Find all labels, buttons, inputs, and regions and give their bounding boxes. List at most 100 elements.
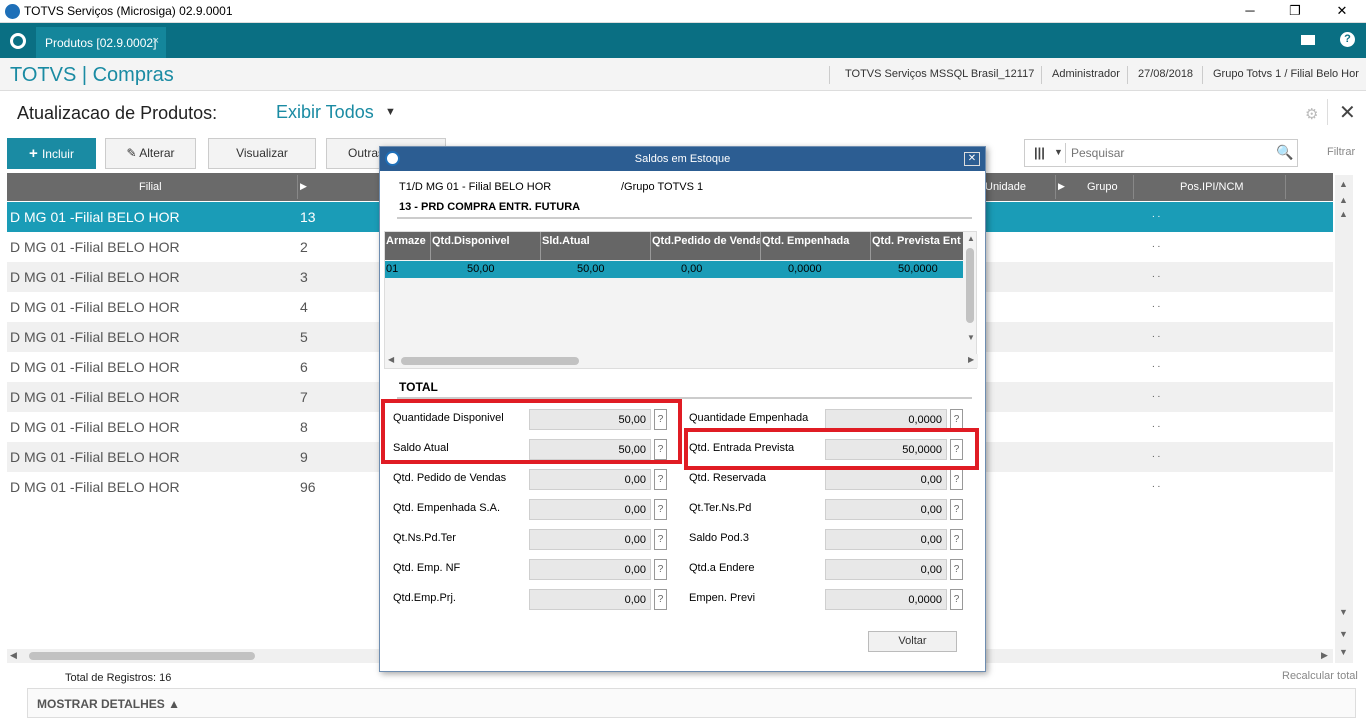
field-qtd-empenhada-sa[interactable]: 0,00 [529,499,651,520]
mostrar-detalhes-label: MOSTRAR DETALHES ▲ [37,697,180,711]
col-armazem[interactable]: Armaze [386,235,430,247]
field-qtd-pedido-vendas[interactable]: 0,00 [529,469,651,490]
totvs-logo-icon[interactable] [10,33,26,49]
field-qtd-reservada[interactable]: 0,00 [825,469,947,490]
close-icon[interactable]: ✕ [1339,100,1356,125]
field-qtd-emp-nf[interactable]: 0,00 [529,559,651,580]
search-icon[interactable]: 🔍 [1276,144,1293,161]
total-registros: Total de Registros: 16 [65,672,172,684]
scroll-down-icon[interactable]: ▼ [1339,629,1348,639]
dialog-produto: 13 - PRD COMPRA ENTR. FUTURA [399,201,581,213]
field-quantidade-empenhada[interactable]: 0,0000 [825,409,947,430]
chevron-down-icon[interactable]: ▼ [385,106,396,118]
recalcular-total-link[interactable]: Recalcular total [1282,670,1358,682]
cell-filial: D MG 01 -Filial BELO HOR [10,449,180,465]
help-icon[interactable]: ? [654,589,667,610]
help-icon[interactable]: ? [950,499,963,520]
scroll-up-icon[interactable]: ▲ [1339,195,1348,205]
help-icon[interactable]: ? [950,469,963,490]
scroll-thumb[interactable] [401,357,579,365]
help-icon[interactable]: ? [654,499,667,520]
col-grupo[interactable]: Grupo [1087,181,1118,193]
field-empen-previ[interactable]: 0,0000 [825,589,947,610]
col-unidade[interactable]: Unidade [985,181,1026,193]
visualizar-button[interactable]: Visualizar [208,138,316,169]
tab-close-icon[interactable]: × [153,35,159,47]
col-qtd-pedido-venda[interactable]: Qtd.Pedido de Venda [652,235,760,247]
scroll-bottom-icon[interactable]: ▼ [1339,647,1348,657]
col-pos-ipi[interactable]: Pos.IPI/NCM [1180,181,1244,193]
scroll-down-icon[interactable]: ▼ [967,333,975,342]
sort-arrow-icon[interactable]: ▶ [1058,181,1065,192]
cell-ncm: . . [1152,449,1161,460]
col-sld-atual[interactable]: Sld.Atual [542,235,648,247]
sort-arrow-icon[interactable]: ▶ [300,181,307,192]
tab-bar: Produtos [02.9.0002] × ? [0,23,1366,58]
col-qtd-disponivel[interactable]: Qtd.Disponivel [432,235,538,247]
field-qtd-emp-prj[interactable]: 0,00 [529,589,651,610]
cell-filial: D MG 01 -Filial BELO HOR [10,209,180,225]
help-icon[interactable]: ? [1340,32,1355,47]
search-input[interactable] [1071,144,1271,162]
column-divider [650,232,651,260]
field-saldo-pod3[interactable]: 0,00 [825,529,947,550]
help-icon[interactable]: ? [950,559,963,580]
cell-ncm: . . [1152,329,1161,340]
cell-code: 3 [300,269,308,285]
filter-dropdown[interactable]: Exibir Todos [276,102,374,123]
col-qtd-empenhada[interactable]: Qtd. Empenhada [762,235,868,247]
scroll-left-icon[interactable]: ◀ [10,650,17,661]
tab-produtos[interactable]: Produtos [02.9.0002] × [36,27,166,58]
help-icon[interactable]: ? [654,529,667,550]
header-divider [829,66,830,84]
scroll-right-icon[interactable]: ▶ [1321,650,1328,661]
mail-icon[interactable] [1301,35,1315,45]
page-title: Atualizacao de Produtos: [17,103,218,123]
scroll-right-icon[interactable]: ▶ [968,355,974,364]
field-qtd-a-endere[interactable]: 0,00 [825,559,947,580]
label-saldo-pod3: Saldo Pod.3 [689,532,749,544]
scroll-down-icon[interactable]: ▼ [1339,607,1348,617]
divider [397,217,972,219]
close-window-button[interactable]: ✕ [1332,2,1352,20]
scroll-up-icon[interactable]: ▲ [967,234,975,243]
columns-icon[interactable]: ||| [1034,145,1045,160]
filtrar-link[interactable]: Filtrar [1327,146,1355,158]
table-vertical-scrollbar[interactable]: ▲ ▼ [964,232,976,354]
voltar-button[interactable]: Voltar [868,631,957,652]
dialog-close-button[interactable]: ✕ [964,152,980,166]
cell-filial: D MG 01 -Filial BELO HOR [10,329,180,345]
scroll-up-icon[interactable]: ▲ [1339,209,1348,219]
help-icon[interactable]: ? [950,589,963,610]
field-qt-ter-ns-pd[interactable]: 0,00 [825,499,947,520]
help-icon[interactable]: ? [950,409,963,430]
minimize-button[interactable]: ─ [1240,2,1260,20]
table-horizontal-scrollbar[interactable]: ◀ ▶ [385,354,978,368]
chevron-down-icon[interactable]: ▼ [1054,147,1063,157]
alterar-button[interactable]: ✎ Alterar [105,138,196,169]
scroll-top-icon[interactable]: ▲ [1339,179,1348,189]
field-qt-ns-pd-ter[interactable]: 0,00 [529,529,651,550]
grid-vertical-scrollbar[interactable]: ▲ ▲ ▲ ▼ ▼ ▼ [1335,175,1353,663]
divider [1065,143,1066,163]
cell-ncm: . . [1152,419,1161,430]
maximize-button[interactable]: ❐ [1285,2,1305,20]
scroll-thumb[interactable] [966,248,974,323]
search-box: ||| ▼ 🔍 [1024,139,1298,167]
col-filial[interactable]: Filial [139,181,162,193]
help-icon[interactable]: ? [654,469,667,490]
table-row[interactable]: 01 50,00 50,00 0,00 0,0000 50,0000 [385,261,963,278]
cell-ncm: . . [1152,299,1161,310]
cell-filial: D MG 01 -Filial BELO HOR [10,479,180,495]
help-icon[interactable]: ? [654,559,667,580]
mostrar-detalhes-button[interactable]: MOSTRAR DETALHES ▲ [27,688,1356,718]
gear-icon[interactable]: ⚙ [1305,105,1318,123]
label-qtd-pedido-vendas: Qtd. Pedido de Vendas [393,472,507,484]
incluir-button[interactable]: + Incluir [7,138,96,169]
help-icon[interactable]: ? [950,529,963,550]
company-label: Grupo Totvs 1 / Filial Belo Hor [1213,68,1359,80]
scroll-thumb[interactable] [29,652,255,660]
scroll-left-icon[interactable]: ◀ [388,355,394,364]
window-titlebar: TOTVS Serviços (Microsiga) 02.9.0001 ─ ❐… [0,0,1366,23]
col-qtd-prevista[interactable]: Qtd. Prevista Ent [872,235,962,247]
